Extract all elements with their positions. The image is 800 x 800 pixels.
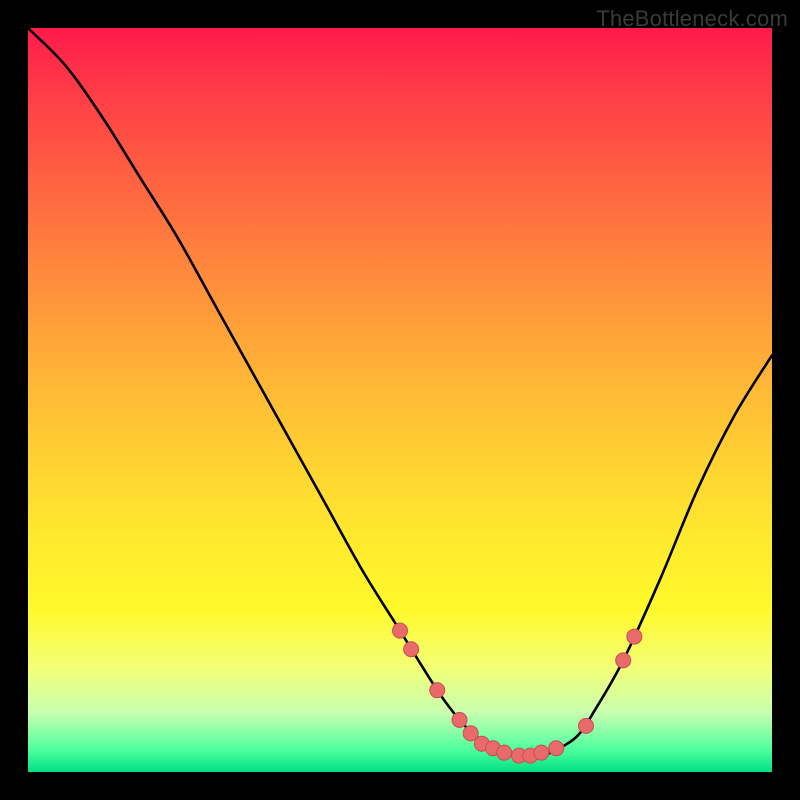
watermark-text: TheBottleneck.com <box>596 6 788 32</box>
curve-marker <box>430 683 445 698</box>
plot-area <box>28 28 772 772</box>
bottleneck-curve <box>28 28 772 758</box>
curve-marker <box>549 741 564 756</box>
curve-marker <box>452 712 467 727</box>
curve-marker <box>579 718 594 733</box>
curve-marker <box>627 629 642 644</box>
chart-svg <box>28 28 772 772</box>
outer-frame: TheBottleneck.com <box>0 0 800 800</box>
curve-marker <box>404 642 419 657</box>
curve-marker <box>616 653 631 668</box>
curve-marker <box>534 745 549 760</box>
curve-marker <box>393 623 408 638</box>
curve-marker <box>497 745 512 760</box>
